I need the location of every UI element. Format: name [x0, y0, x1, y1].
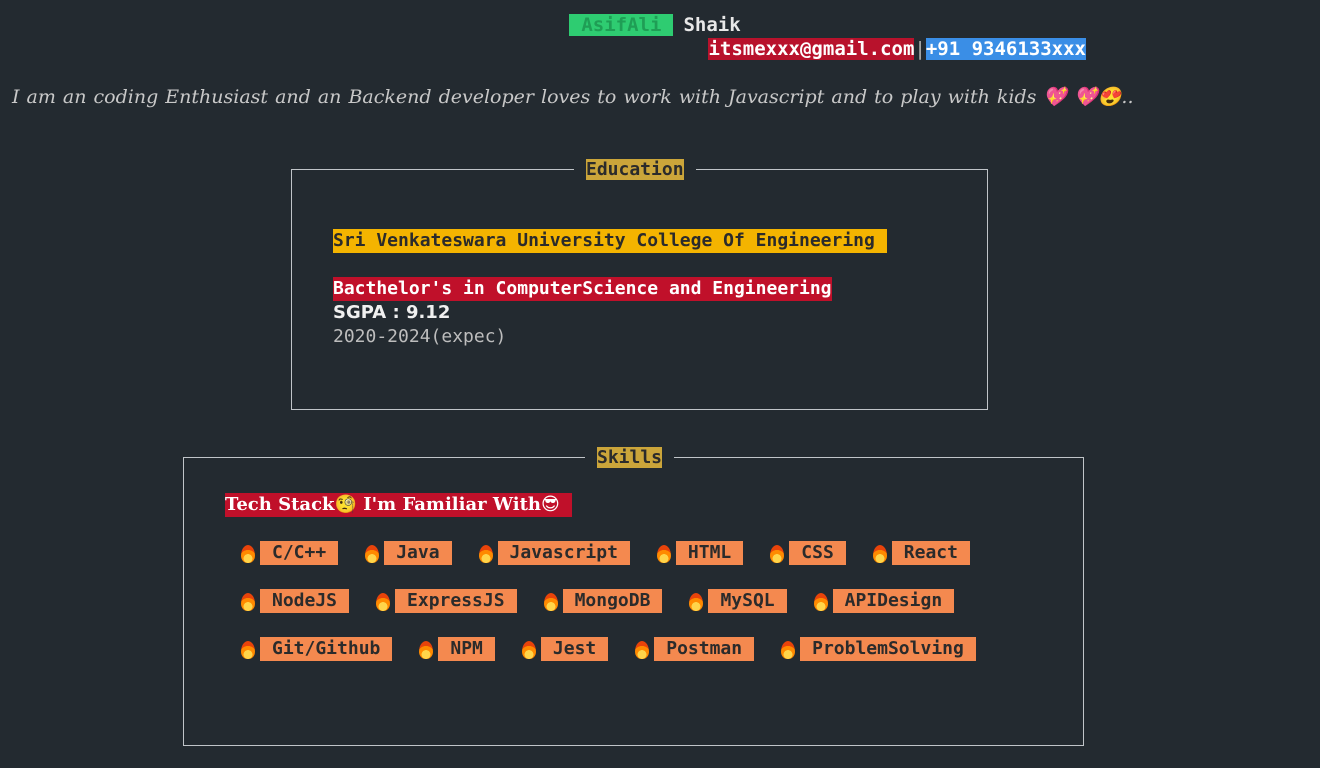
skill-label: MySQL — [708, 589, 787, 613]
contact-line: itsmexxx@gmail.com|+91 9346133xxx — [0, 37, 1086, 61]
skill-label: APIDesign — [832, 589, 955, 613]
skill-label: HTML — [675, 541, 744, 565]
skill-item: NPM — [416, 637, 495, 661]
skill-item: MongoDB — [541, 589, 663, 613]
skill-item: MySQL — [686, 589, 787, 613]
fire-icon — [686, 589, 708, 613]
skills-row-2: NodeJS ExpressJS MongoDB MySQL APIDesign — [238, 589, 978, 613]
fire-icon — [870, 541, 892, 565]
skill-item: HTML — [654, 541, 744, 565]
skill-label: NPM — [438, 637, 495, 661]
fire-icon — [778, 637, 800, 661]
bio-text: I am an coding Enthusiast and an Backend… — [12, 86, 1134, 108]
skill-item: ExpressJS — [373, 589, 517, 613]
tech-stack-heading-part1: Tech Stack — [225, 494, 335, 515]
skills-section: Skills Tech Stack🧐 I'm Familiar With😎 C/… — [183, 446, 1084, 746]
skill-label: CSS — [789, 541, 846, 565]
skills-row-3: Git/Github NPM Jest Postman ProblemSolving — [238, 637, 1000, 661]
sunglasses-face-icon: 😎 — [541, 494, 560, 515]
fire-icon — [476, 541, 498, 565]
contact-separator: | — [914, 38, 926, 60]
tech-stack-heading-part2: I'm Familiar With — [356, 494, 542, 515]
fire-icon — [767, 541, 789, 565]
skills-legend: Skills — [585, 446, 675, 470]
skill-item: APIDesign — [811, 589, 955, 613]
fire-icon — [654, 541, 676, 565]
fire-icon — [373, 589, 395, 613]
skill-item: CSS — [767, 541, 846, 565]
skill-item: Postman — [632, 637, 755, 661]
skill-label: Postman — [654, 637, 755, 661]
skill-item: React — [870, 541, 970, 565]
skill-label: ExpressJS — [395, 589, 517, 613]
degree-name: Bacthelor's in ComputerScience and Engin… — [333, 277, 832, 301]
education-legend-label: Education — [586, 159, 684, 180]
fire-icon — [519, 637, 541, 661]
fire-icon — [362, 541, 384, 565]
education-section: Education Sri Venkateswara University Co… — [291, 158, 988, 410]
portfolio-page: AsifAli Shaik itsmexxx@gmail.com|+91 9346… — [0, 0, 1320, 768]
skill-item: Jest — [519, 637, 609, 661]
college-name: Sri Venkateswara University College Of E… — [333, 229, 887, 253]
skill-label: C/C++ — [260, 541, 339, 565]
fire-icon — [238, 589, 260, 613]
skill-label: NodeJS — [260, 589, 350, 613]
education-years: 2020-2024(expec) — [333, 326, 507, 347]
email-link[interactable]: itsmexxx@gmail.com — [708, 38, 915, 60]
skill-item: ProblemSolving — [778, 637, 976, 661]
fire-icon — [632, 637, 654, 661]
skill-label: Git/Github — [260, 637, 393, 661]
sgpa-value: SGPA : 9.12 — [333, 302, 451, 323]
skill-label: MongoDB — [562, 589, 663, 613]
skill-item: Java — [362, 541, 452, 565]
monocle-face-icon: 🧐 — [334, 494, 357, 515]
skill-label: Java — [384, 541, 452, 565]
fire-icon — [238, 541, 260, 565]
skill-label: Jest — [540, 637, 609, 661]
fire-icon — [416, 637, 438, 661]
education-legend: Education — [574, 158, 696, 182]
last-name: Shaik — [683, 14, 741, 36]
skill-label: React — [891, 541, 970, 565]
fire-icon — [811, 589, 833, 613]
tech-stack-heading: Tech Stack🧐 I'm Familiar With😎 — [225, 493, 572, 517]
skill-item: NodeJS — [238, 589, 350, 613]
skill-item: Javascript — [476, 541, 630, 565]
fire-icon — [541, 589, 563, 613]
skill-item: Git/Github — [238, 637, 393, 661]
skill-label: Javascript — [497, 541, 630, 565]
skills-legend-label: Skills — [597, 447, 663, 468]
first-name: AsifAli — [569, 14, 674, 36]
name-header: AsifAli Shaik — [0, 13, 1320, 37]
phone-link[interactable]: +91 9346133xxx — [925, 38, 1086, 60]
skills-row-1: C/C++ Java Javascript HTML CSS React — [238, 541, 994, 565]
fire-icon — [238, 637, 260, 661]
skill-item: C/C++ — [238, 541, 339, 565]
skill-label: ProblemSolving — [800, 637, 976, 661]
